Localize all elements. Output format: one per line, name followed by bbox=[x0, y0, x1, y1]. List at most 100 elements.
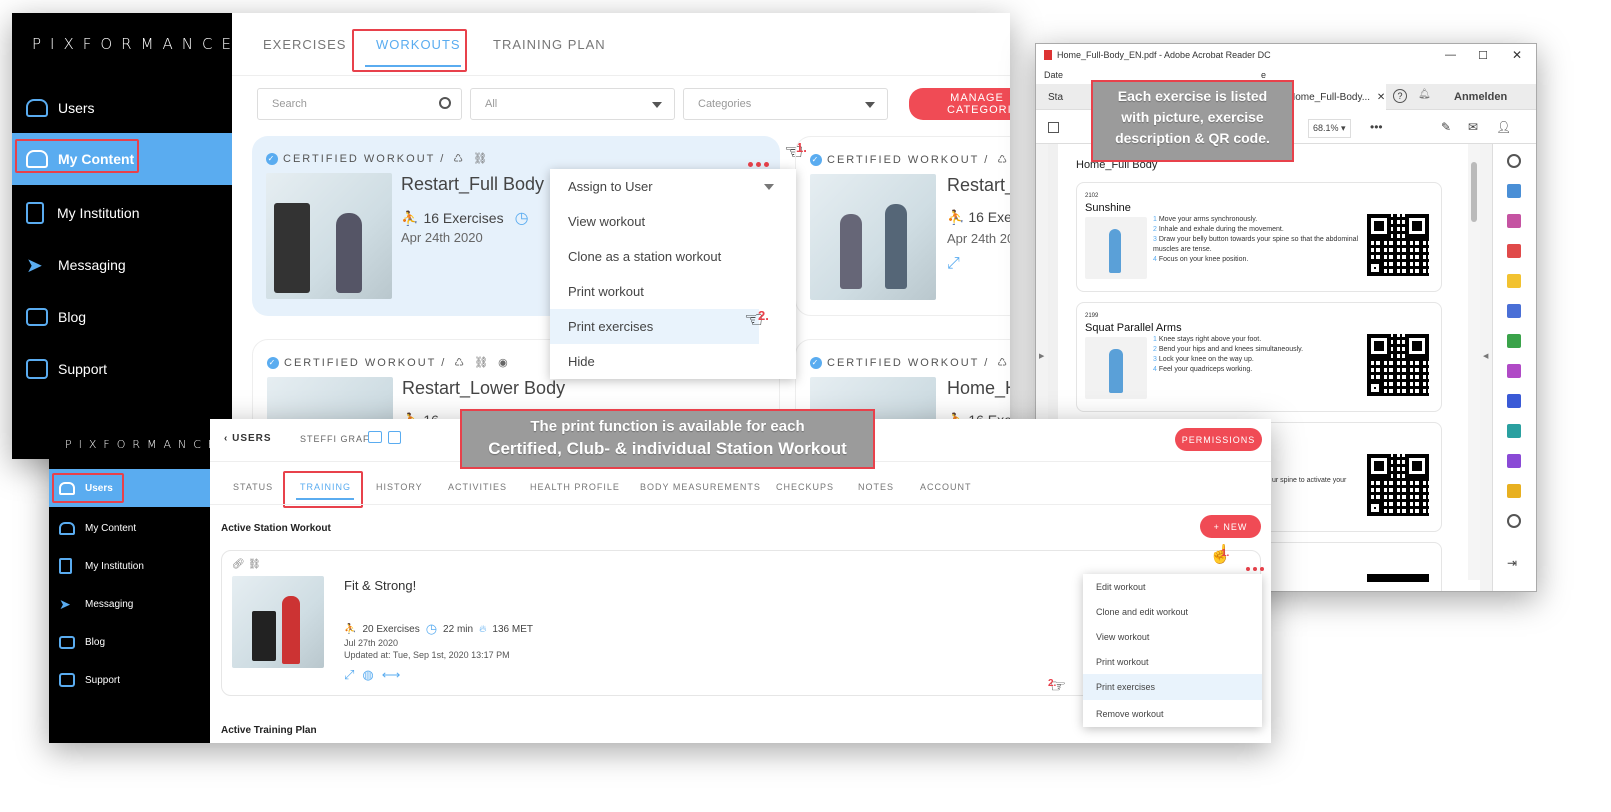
more-options-button[interactable] bbox=[748, 162, 769, 167]
workout-thumbnail bbox=[810, 174, 936, 300]
close-icon[interactable]: ✕ bbox=[1377, 92, 1385, 103]
menu-item-print-workout[interactable]: Print workout bbox=[550, 274, 796, 309]
zoom-tool-icon[interactable] bbox=[1507, 154, 1521, 168]
support-icon bbox=[26, 359, 48, 379]
sidebar-item-label: Users bbox=[58, 100, 95, 116]
sidebar-item-blog[interactable]: Blog bbox=[49, 628, 210, 656]
eye-icon: ◉ bbox=[498, 357, 510, 369]
search-input[interactable]: Search bbox=[257, 88, 462, 120]
collapse-right-icon[interactable]: ◀ bbox=[1483, 352, 1488, 360]
optimize-icon[interactable] bbox=[1507, 424, 1521, 438]
new-button[interactable]: + NEW bbox=[1200, 515, 1261, 538]
tab-history[interactable]: HISTORY bbox=[376, 482, 423, 492]
sidebar-item-support[interactable]: Support bbox=[49, 666, 210, 694]
expand-left-icon[interactable]: ▶ bbox=[1039, 352, 1044, 360]
bell-icon[interactable]: 🔔︎ bbox=[1418, 89, 1431, 100]
help-icon[interactable]: ? bbox=[1393, 89, 1407, 103]
tools-icon[interactable] bbox=[1507, 514, 1521, 528]
menu-item-view-workout[interactable]: View workout bbox=[1083, 624, 1262, 649]
top-app-window: PIXFORMANCE Users My Content My Institut… bbox=[12, 13, 1010, 459]
tab-status[interactable]: STATUS bbox=[233, 482, 273, 492]
share-user-icon[interactable]: 👤︎ bbox=[1496, 120, 1511, 134]
close-icon[interactable]: ✕ bbox=[1512, 48, 1522, 62]
collapse-tools-icon[interactable]: ⇥ bbox=[1507, 556, 1517, 570]
bottom-sidebar: PIXFORMANCE Users My Content My Institut… bbox=[49, 419, 215, 743]
sign-pen-icon[interactable] bbox=[1507, 454, 1521, 468]
more-icon[interactable]: ••• bbox=[1370, 120, 1383, 134]
menu-item-clone-station[interactable]: Clone as a station workout bbox=[550, 239, 796, 274]
menu-item-clone-edit[interactable]: Clone and edit workout bbox=[1083, 599, 1262, 624]
menu-item-edit-workout[interactable]: Edit workout bbox=[1083, 574, 1262, 599]
sidebar-item-label: Support bbox=[58, 361, 108, 377]
menu-item-view-workout[interactable]: View workout bbox=[550, 204, 796, 239]
menu-item-print-exercises[interactable]: Print exercises bbox=[550, 309, 759, 344]
back-link[interactable]: ‹ USERS bbox=[224, 433, 272, 444]
create-pdf-icon[interactable] bbox=[1507, 244, 1521, 258]
station-icon bbox=[368, 431, 382, 443]
chain-icon: ⛓ bbox=[248, 559, 261, 570]
sidebar-item-messaging[interactable]: ➤ Messaging bbox=[12, 245, 232, 285]
organize-icon[interactable] bbox=[1507, 214, 1521, 228]
scroll-thumb[interactable] bbox=[1471, 162, 1477, 222]
tab-exercises[interactable]: EXERCISES bbox=[263, 37, 346, 52]
combine-icon[interactable] bbox=[1507, 304, 1521, 318]
tab-notes[interactable]: NOTES bbox=[858, 482, 894, 492]
workout-date: Apr 24th 2020 bbox=[401, 230, 483, 245]
check-icon: ✓ bbox=[810, 153, 822, 166]
filter-all-select[interactable]: All bbox=[470, 88, 675, 120]
minimize-icon[interactable]: — bbox=[1445, 49, 1456, 61]
menu-help[interactable]: e bbox=[1261, 70, 1266, 80]
tab-checkups[interactable]: CHECKUPS bbox=[776, 482, 834, 492]
sidebar-item-my-institution[interactable]: My Institution bbox=[49, 552, 210, 580]
save-icon[interactable] bbox=[1048, 122, 1059, 133]
manage-categories-label: MANAGE CATEGORIES bbox=[947, 92, 1010, 116]
check-icon: ✓ bbox=[810, 356, 822, 369]
mail-icon[interactable]: ✉ bbox=[1468, 120, 1478, 134]
chevron-down-icon bbox=[652, 102, 662, 108]
exercise-name: Sunshine bbox=[1085, 202, 1131, 214]
filter-categories-select[interactable]: Categories bbox=[683, 88, 888, 120]
certified-label: CERTIFIED WORKOUT / bbox=[283, 152, 446, 165]
workout-date: Jul 27th 2020 bbox=[344, 638, 399, 648]
sidebar-item-support[interactable]: Support bbox=[12, 349, 232, 389]
permissions-button[interactable]: PERMISSIONS bbox=[1175, 428, 1262, 451]
menu-file[interactable]: Date bbox=[1044, 70, 1063, 80]
section-title: Active Station Workout bbox=[221, 523, 331, 534]
menu-item-remove-workout[interactable]: Remove workout bbox=[1083, 700, 1262, 727]
protect-icon[interactable] bbox=[1507, 394, 1521, 408]
tab-start[interactable]: Sta bbox=[1048, 92, 1063, 103]
clock-icon: ◷ bbox=[425, 621, 438, 636]
sign-icon[interactable]: ✎ bbox=[1441, 120, 1451, 134]
fill-sign-icon[interactable] bbox=[1507, 364, 1521, 378]
sidebar-item-my-content[interactable]: My Content bbox=[49, 514, 210, 542]
tab-health-profile[interactable]: HEALTH PROFILE bbox=[530, 482, 620, 492]
callout-line-1: The print function is available for each bbox=[530, 418, 805, 435]
certified-badge: ✓ CERTIFIED WORKOUT / ♺ ⛓ bbox=[266, 152, 489, 165]
tab-body-measurements[interactable]: BODY MEASUREMENTS bbox=[640, 482, 761, 492]
menu-item-print-workout[interactable]: Print workout bbox=[1083, 649, 1262, 674]
send-icon[interactable] bbox=[1507, 484, 1521, 498]
menu-item-print-exercises[interactable]: Print exercises bbox=[1083, 674, 1262, 700]
sidebar-item-messaging[interactable]: ➤ Messaging bbox=[49, 590, 210, 618]
comment-icon[interactable] bbox=[1507, 274, 1521, 288]
maximize-icon[interactable]: ☐ bbox=[1478, 49, 1488, 62]
sidebar-item-users[interactable]: Users bbox=[12, 88, 232, 128]
search-icon bbox=[439, 97, 451, 109]
tab-training-plan[interactable]: TRAINING PLAN bbox=[493, 37, 606, 52]
menu-item-assign-to-user[interactable]: Assign to User bbox=[550, 169, 796, 204]
tab-activities[interactable]: ACTIVITIES bbox=[448, 482, 507, 492]
export-pdf-icon[interactable] bbox=[1507, 184, 1521, 198]
workout-card[interactable]: ✓ CERTIFIED WORKOUT / ♺ Restart_ ⛹ 16 Ex… bbox=[795, 136, 1010, 316]
messaging-icon: ➤ bbox=[59, 595, 71, 612]
pdf-scrollbar[interactable] bbox=[1468, 144, 1480, 580]
edit-pdf-icon[interactable] bbox=[1507, 334, 1521, 348]
menu-item-hide[interactable]: Hide bbox=[550, 344, 796, 379]
manage-categories-button[interactable]: MANAGE CATEGORIES bbox=[909, 88, 1010, 120]
tab-account[interactable]: ACCOUNT bbox=[920, 482, 972, 492]
zoom-select[interactable]: 68.1% ▾ bbox=[1308, 119, 1351, 138]
sidebar-item-blog[interactable]: Blog bbox=[12, 297, 232, 337]
sidebar-item-my-institution[interactable]: My Institution bbox=[12, 193, 232, 233]
more-options-button[interactable] bbox=[1246, 567, 1264, 571]
exercise-icon: ⛹ bbox=[947, 209, 965, 225]
login-button[interactable]: Anmelden bbox=[1454, 91, 1507, 103]
